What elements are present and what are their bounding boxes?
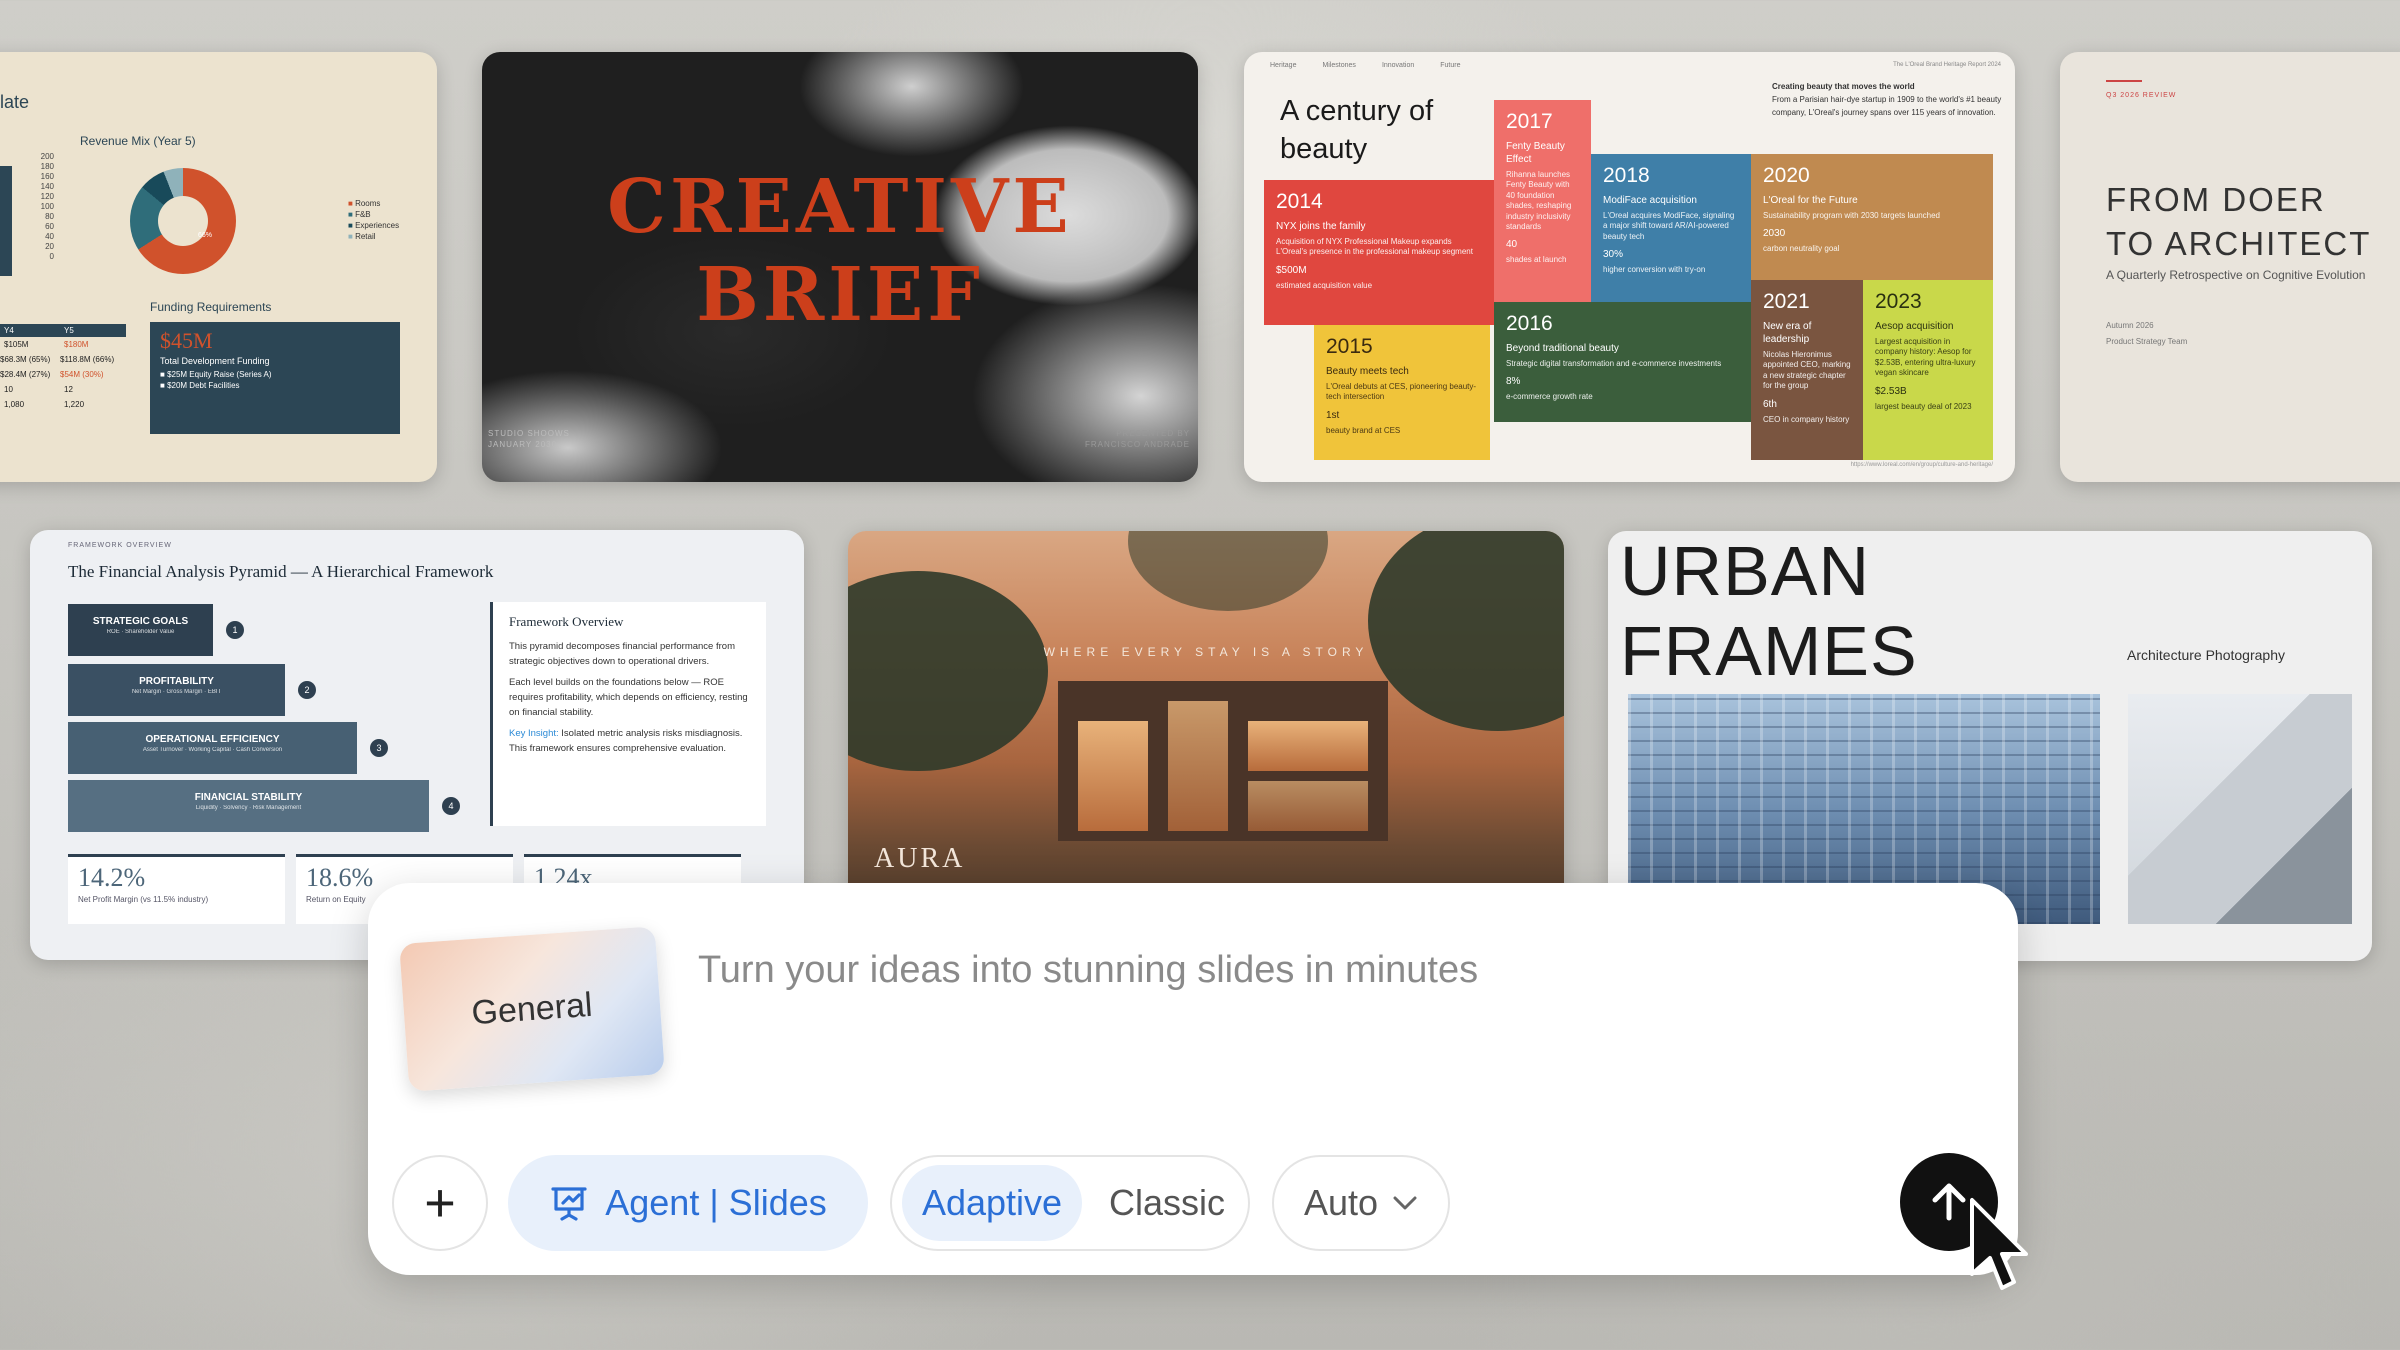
urban-title: URBAN FRAMES <box>1620 532 1918 690</box>
timeline-title: A century of beauty <box>1280 95 1434 165</box>
studio-info: STUDIO SHOOWS JANUARY 2030 <box>488 429 570 449</box>
style-toggle: Adaptive Classic <box>890 1155 1250 1251</box>
framework-overview: Framework Overview This pyramid decompos… <box>490 602 766 826</box>
slide-title-partial: late <box>0 92 30 112</box>
aura-brand: AURA <box>874 843 966 874</box>
slide-thumbnail-hotel-financials[interactable]: late Revenue Mix (Year 5) 200 180 160 140 12… <box>0 52 437 482</box>
tree-shape <box>1128 531 1328 611</box>
classic-option[interactable]: Classic <box>1092 1165 1242 1241</box>
timeline-block-2021: 2021 New era of leadership Nicolas Hieroni… <box>1751 280 1863 460</box>
timeline-block-2018: 2018 ModiFace acquisition L'Oreal acquires… <box>1591 154 1751 302</box>
y-axis-ticks: 200 180 160 140 120 100 80 60 40 20 0 <box>40 152 54 261</box>
presentation-icon <box>551 1187 587 1221</box>
pyramid-title: The Financial Analysis Pyramid — A Hiera… <box>68 562 494 581</box>
timeline-block-2015: 2015 Beauty meets tech L'Oreal debuts at C… <box>1314 325 1490 460</box>
funding-box: $45M Total Development Funding ■ $25M Eq… <box>150 322 400 434</box>
mode-card-general[interactable]: General <box>399 926 665 1092</box>
doer-title: FROM DOER TO ARCHITECT <box>2106 181 2372 262</box>
agent-slides-label: Agent | Slides <box>605 1182 827 1223</box>
brief-title-line1: CREATIVE <box>607 164 1073 250</box>
house-building <box>1058 681 1388 841</box>
doer-subtitle: A Quarterly Retrospective on Cognitive E… <box>2106 268 2366 282</box>
donut-legend: ■ Rooms ■ F&B ■ Experiences ■ Retail <box>348 199 400 241</box>
pyramid-eyebrow: FRAMEWORK OVERVIEW <box>68 542 172 549</box>
presenter-info: PRESENTED BY FRANCISCO ANDRADE <box>1084 429 1190 449</box>
agent-slides-button[interactable]: Agent | Slides <box>508 1155 868 1251</box>
slide-nav: Heritage Milestones Innovation Future <box>1270 62 1461 69</box>
prompt-panel: General Turn your ideas into stunning sl… <box>368 883 2018 1275</box>
revenue-donut-chart: 66% <box>130 168 236 274</box>
funding-heading: Funding Requirements <box>150 300 272 314</box>
accent-rule <box>2106 80 2142 82</box>
bar-mark <box>0 166 12 276</box>
level-number-2: 2 <box>298 681 316 699</box>
level-number-4: 4 <box>442 797 460 815</box>
source-link: https://www.loreal.com/en/group/culture-… <box>1850 462 1993 468</box>
brief-title-line2: BRIEF <box>696 252 984 338</box>
chart-title: Revenue Mix (Year 5) <box>80 134 196 148</box>
projection-table: Y4 Y5 $105M $180M $68.3M (65%) $118.8M (66%… <box>0 324 126 412</box>
adaptive-option[interactable]: Adaptive <box>902 1165 1082 1241</box>
auto-dropdown-label: Auto <box>1303 1182 1379 1223</box>
building-photo <box>2128 694 2352 924</box>
report-label: The L'Oreal Brand Heritage Report 2024 <box>1893 62 2001 68</box>
timeline-block-2014: 2014 NYX joins the family Acquisition of N… <box>1264 180 1494 325</box>
urban-subtitle: Architecture Photography <box>2127 647 2285 663</box>
timeline-block-2016: 2016 Beyond traditional beauty Strategic d… <box>1494 302 1751 422</box>
pyramid-level-3: OPERATIONAL EFFICIENCY Asset Turnover · W… <box>68 722 357 774</box>
mouse-pointer-icon <box>1970 1198 2028 1290</box>
slide-thumbnail-creative-brief[interactable]: CREATIVE BRIEF STUDIO SHOOWS JANUARY 2030… <box>482 52 1198 482</box>
timeline-block-2023: 2023 Aesop acquisition Largest acquisition… <box>1863 280 1993 460</box>
aura-tagline: WHERE EVERY STAY IS A STORY <box>1043 645 1369 659</box>
review-eyebrow: Q3 2026 REVIEW <box>2106 92 2177 99</box>
slide-thumbnail-doer-architect[interactable]: Q3 2026 REVIEW FROM DOER TO ARCHITECT A Q… <box>2060 52 2400 482</box>
timeline-block-2017: 2017 Fenty Beauty Effect Rihanna launches … <box>1494 100 1591 325</box>
slide-thumbnail-beauty-timeline[interactable]: Heritage Milestones Innovation Future The L… <box>1244 52 2015 482</box>
pyramid-level-2: PROFITABILITY Net Margin · Gross Margin ·… <box>68 664 285 716</box>
add-attachment-button[interactable]: + <box>392 1155 488 1251</box>
timeline-intro: Creating beauty that moves the world Fro… <box>1772 82 2002 117</box>
pyramid-level-4: FINANCIAL STABILITY Liquidity · Solvency … <box>68 780 429 832</box>
plus-icon: + <box>424 1173 456 1233</box>
doer-meta: Autumn 2026 Product Strategy Team <box>2106 321 2188 346</box>
tree-shape <box>1368 531 1564 731</box>
level-number-3: 3 <box>370 739 388 757</box>
level-number-1: 1 <box>226 621 244 639</box>
timeline-block-2020: 2020 L'Oreal for the Future Sustainability… <box>1751 154 1993 280</box>
tree-shape <box>848 571 1048 771</box>
kpi-net-margin: 14.2% Net Profit Margin (vs 11.5% industr… <box>68 854 285 924</box>
prompt-input[interactable]: Turn your ideas into stunning slides in … <box>698 949 1478 992</box>
auto-dropdown[interactable]: Auto <box>1272 1155 1450 1251</box>
pyramid-level-1: STRATEGIC GOALS ROE · Shareholder Value <box>68 604 213 656</box>
chevron-down-icon <box>1393 1196 1417 1210</box>
